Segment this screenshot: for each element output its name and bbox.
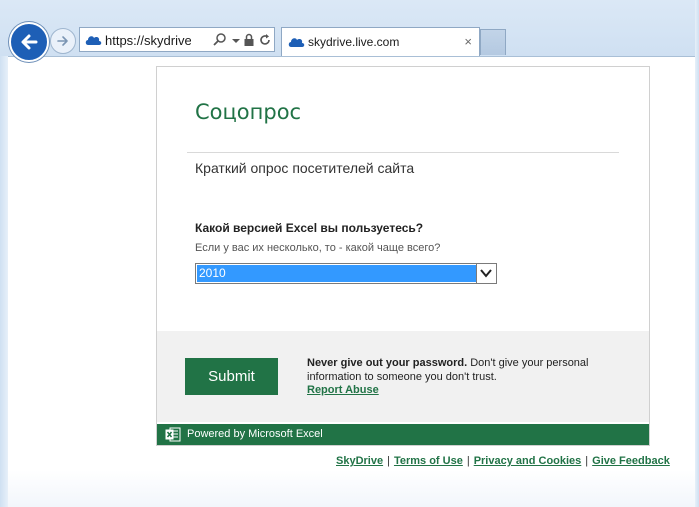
footer-link-skydrive[interactable]: SkyDrive (336, 455, 383, 467)
footer-separator: | (585, 455, 589, 467)
title-divider (187, 152, 619, 153)
chevron-down-icon (480, 269, 492, 278)
footer-link-terms[interactable]: Terms of Use (394, 455, 463, 467)
excel-version-select[interactable]: 2010 (195, 263, 497, 284)
tab-title: skydrive.live.com (308, 35, 400, 49)
browser-toolbar: https://skydrive.li skydrive.live.com × (0, 0, 699, 62)
question-hint: Если у вас их несколько, то - какой чаще… (195, 242, 441, 254)
browser-tab[interactable]: skydrive.live.com × (281, 27, 480, 56)
forward-button[interactable] (50, 28, 76, 54)
address-url[interactable]: https://skydrive.li (105, 33, 191, 48)
window-frame-right (695, 0, 699, 507)
question-label: Какой версией Excel вы пользуетесь? (195, 221, 424, 235)
footer-links: SkyDrive | Terms of Use | Privacy and Cookie… (336, 455, 670, 467)
warning-bold: Never give out your password. (307, 357, 468, 369)
footer-link-feedback[interactable]: Give Feedback (592, 455, 670, 467)
survey-title: Соцопрос (195, 100, 302, 124)
forward-arrow-icon (57, 36, 68, 46)
lock-icon[interactable] (241, 32, 257, 48)
footer-separator: | (466, 455, 470, 467)
back-button[interactable] (9, 22, 49, 62)
powered-by-label: Powered by Microsoft Excel (187, 428, 323, 440)
excel-footer-bar: Powered by Microsoft Excel (157, 424, 649, 445)
new-tab-button[interactable] (480, 29, 506, 55)
close-tab-icon[interactable]: × (464, 34, 472, 49)
selected-option[interactable]: 2010 (197, 265, 476, 282)
survey-card: Соцопрос Краткий опрос посетителей сайта… (156, 66, 650, 446)
page-bottom-fade (8, 470, 695, 507)
address-bar[interactable]: https://skydrive.li (79, 27, 275, 52)
refresh-icon[interactable] (257, 32, 273, 48)
skydrive-cloud-icon (85, 36, 102, 45)
survey-description: Краткий опрос посетителей сайта (195, 160, 415, 176)
report-abuse-link[interactable]: Report Abuse (307, 384, 379, 396)
select-dropdown-button[interactable] (476, 264, 496, 283)
submit-button[interactable]: Submit (185, 358, 278, 395)
skydrive-cloud-icon (288, 38, 305, 47)
back-arrow-icon (21, 34, 38, 50)
window-frame-left (0, 56, 8, 507)
footer-separator: | (387, 455, 390, 467)
excel-logo-icon (165, 427, 181, 442)
search-icon[interactable] (212, 32, 228, 48)
submit-panel: Submit Never give out your password. Don… (157, 331, 649, 422)
password-warning: Never give out your password. Don't give… (307, 356, 597, 384)
footer-link-privacy[interactable]: Privacy and Cookies (474, 455, 582, 467)
